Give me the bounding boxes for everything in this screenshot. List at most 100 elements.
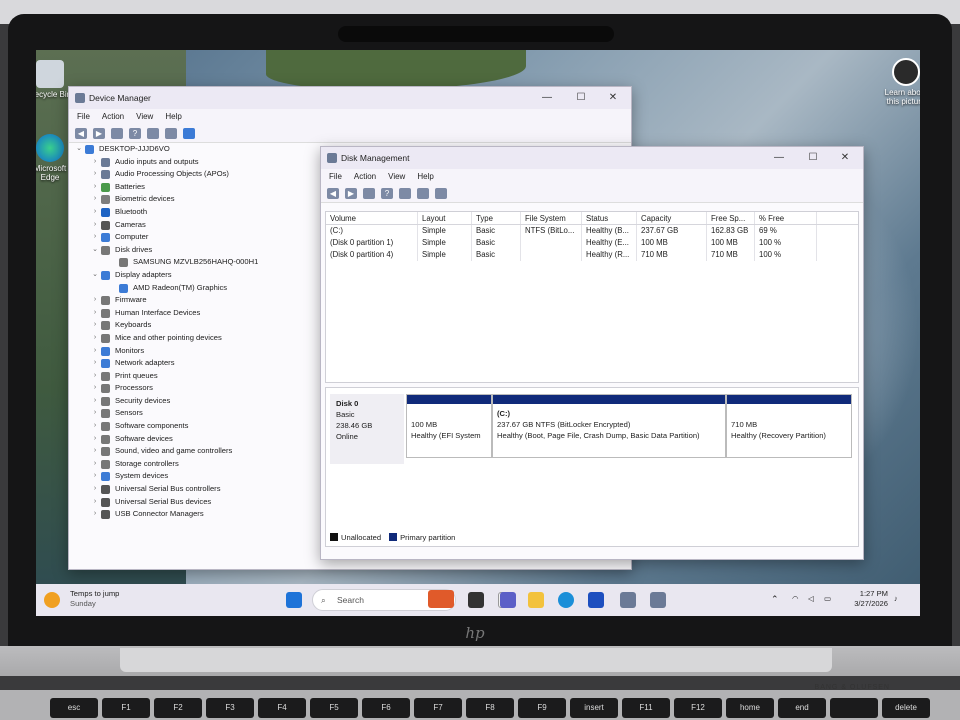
keyboard-key[interactable]: F7 bbox=[414, 698, 462, 718]
tree-item[interactable]: › Universal Serial Bus controllers bbox=[69, 483, 319, 496]
keyboard-key[interactable]: F11 bbox=[622, 698, 670, 718]
list-view-icon[interactable] bbox=[147, 128, 159, 139]
partition-c[interactable]: (C:) 237.67 GB NTFS (BitLocker Encrypted… bbox=[492, 394, 726, 458]
keyboard-key[interactable]: F3 bbox=[206, 698, 254, 718]
partition-efi[interactable]: 100 MB Healthy (EFI System bbox=[406, 394, 492, 458]
keyboard-key[interactable]: F5 bbox=[310, 698, 358, 718]
close-icon[interactable]: ✕ bbox=[597, 87, 629, 109]
notification-bell-icon[interactable]: ♪ bbox=[894, 594, 898, 603]
maximize-icon[interactable]: ☐ bbox=[565, 87, 597, 109]
chevron-right-icon[interactable]: › bbox=[91, 206, 99, 219]
keyboard-key[interactable]: insert bbox=[570, 698, 618, 718]
task-view-icon[interactable] bbox=[468, 592, 484, 608]
menu-help[interactable]: Help bbox=[165, 109, 181, 125]
chevron-right-icon[interactable]: › bbox=[91, 357, 99, 370]
tree-item[interactable]: › System devices bbox=[69, 470, 319, 483]
column-header[interactable]: Capacity bbox=[637, 212, 707, 224]
tree-item[interactable]: › Audio inputs and outputs bbox=[69, 156, 319, 169]
keyboard-key[interactable]: esc bbox=[50, 698, 98, 718]
chevron-down-icon[interactable]: ⌄ bbox=[75, 143, 83, 156]
tree-item[interactable]: › Keyboards bbox=[69, 319, 319, 332]
table-row[interactable]: (Disk 0 partition 1) Simple Basic Healthy (… bbox=[326, 237, 858, 249]
menu-file[interactable]: File bbox=[77, 109, 90, 125]
chevron-up-icon[interactable]: ⌃ bbox=[771, 594, 779, 605]
device-manager-taskbar-icon[interactable] bbox=[620, 592, 636, 608]
chevron-right-icon[interactable]: › bbox=[91, 370, 99, 383]
teams-icon[interactable] bbox=[500, 592, 516, 608]
chevron-right-icon[interactable]: › bbox=[91, 458, 99, 471]
chevron-right-icon[interactable]: › bbox=[91, 470, 99, 483]
chevron-right-icon[interactable]: › bbox=[91, 319, 99, 332]
column-header[interactable]: File System bbox=[521, 212, 582, 224]
tree-item[interactable]: › Software components bbox=[69, 420, 319, 433]
chevron-right-icon[interactable]: › bbox=[91, 168, 99, 181]
back-arrow-icon[interactable]: ◀ bbox=[75, 128, 87, 139]
forward-arrow-icon[interactable]: ▶ bbox=[345, 188, 357, 199]
keyboard-key[interactable]: F6 bbox=[362, 698, 410, 718]
settings-icon[interactable] bbox=[435, 188, 447, 199]
disk-management-titlebar[interactable]: Disk Management — ☐ ✕ bbox=[321, 147, 863, 169]
tree-item[interactable]: › Sound, video and game controllers bbox=[69, 445, 319, 458]
chevron-right-icon[interactable]: › bbox=[91, 156, 99, 169]
tree-item[interactable]: › Processors bbox=[69, 382, 319, 395]
keyboard-key[interactable]: F12 bbox=[674, 698, 722, 718]
menu-action[interactable]: Action bbox=[354, 169, 376, 185]
tree-item[interactable]: › Firmware bbox=[69, 294, 319, 307]
edge-taskbar-icon[interactable] bbox=[558, 592, 574, 608]
back-arrow-icon[interactable]: ◀ bbox=[327, 188, 339, 199]
column-header[interactable]: Layout bbox=[418, 212, 472, 224]
file-explorer-icon[interactable] bbox=[528, 592, 544, 608]
menu-file[interactable]: File bbox=[329, 169, 342, 185]
clock[interactable]: 1:27 PM 3/27/2026 bbox=[844, 589, 888, 609]
column-header[interactable]: Type bbox=[472, 212, 521, 224]
scan-hardware-icon[interactable] bbox=[165, 128, 177, 139]
store-icon[interactable] bbox=[588, 592, 604, 608]
chevron-right-icon[interactable]: › bbox=[91, 508, 99, 521]
tree-item[interactable]: AMD Radeon(TM) Graphics bbox=[69, 282, 319, 295]
minimize-icon[interactable]: — bbox=[763, 147, 795, 169]
chevron-right-icon[interactable]: › bbox=[91, 231, 99, 244]
keyboard-key[interactable]: F1 bbox=[102, 698, 150, 718]
chevron-right-icon[interactable]: › bbox=[91, 382, 99, 395]
tree-item[interactable]: › Print queues bbox=[69, 370, 319, 383]
keyboard-key[interactable]: end bbox=[778, 698, 826, 718]
chevron-right-icon[interactable]: › bbox=[91, 483, 99, 496]
chevron-down-icon[interactable]: ⌄ bbox=[91, 269, 99, 282]
menu-action[interactable]: Action bbox=[102, 109, 124, 125]
maximize-icon[interactable]: ☐ bbox=[797, 147, 829, 169]
keyboard-key[interactable]: home bbox=[726, 698, 774, 718]
tree-item[interactable]: › Software devices bbox=[69, 433, 319, 446]
menu-view[interactable]: View bbox=[388, 169, 405, 185]
tree-item[interactable]: › USB Connector Managers bbox=[69, 508, 319, 521]
partition-recovery[interactable]: 710 MB Healthy (Recovery Partition) bbox=[726, 394, 852, 458]
tree-item[interactable]: › Biometric devices bbox=[69, 193, 319, 206]
table-row[interactable]: (C:) Simple Basic NTFS (BitLo... Healthy (B.… bbox=[326, 225, 858, 237]
tree-item[interactable]: › Audio Processing Objects (APOs) bbox=[69, 168, 319, 181]
close-icon[interactable]: ✕ bbox=[829, 147, 861, 169]
chevron-right-icon[interactable]: › bbox=[91, 496, 99, 509]
tree-item[interactable]: › Cameras bbox=[69, 219, 319, 232]
device-manager-titlebar[interactable]: Device Manager — ☐ ✕ bbox=[69, 87, 631, 109]
keyboard-key[interactable] bbox=[830, 698, 878, 718]
tree-item[interactable]: › Mice and other pointing devices bbox=[69, 332, 319, 345]
chevron-right-icon[interactable]: › bbox=[91, 345, 99, 358]
speaker-icon[interactable]: ◁ bbox=[808, 594, 814, 603]
learn-picture-desktop-icon[interactable]: Learn about this picture bbox=[876, 58, 920, 106]
help-icon[interactable]: ? bbox=[381, 188, 393, 199]
tree-item[interactable]: › Sensors bbox=[69, 407, 319, 420]
chevron-right-icon[interactable]: › bbox=[91, 219, 99, 232]
tree-item[interactable]: › Batteries bbox=[69, 181, 319, 194]
chevron-right-icon[interactable]: › bbox=[91, 307, 99, 320]
keyboard-key[interactable]: F8 bbox=[466, 698, 514, 718]
properties-icon[interactable] bbox=[363, 188, 375, 199]
weather-widget[interactable]: Temps to jump Sunday bbox=[70, 589, 119, 609]
connect-icon[interactable] bbox=[417, 188, 429, 199]
disk-0-info[interactable]: Disk 0 Basic 238.46 GB Online bbox=[330, 394, 404, 464]
tree-item[interactable]: › Bluetooth bbox=[69, 206, 319, 219]
monitor-icon[interactable] bbox=[183, 128, 195, 139]
tree-item[interactable]: › Storage controllers bbox=[69, 458, 319, 471]
chevron-right-icon[interactable]: › bbox=[91, 193, 99, 206]
keyboard-key[interactable]: F2 bbox=[154, 698, 202, 718]
weather-icon[interactable] bbox=[44, 592, 60, 608]
tree-root[interactable]: ⌄ DESKTOP-JJJD6VO bbox=[69, 143, 319, 156]
